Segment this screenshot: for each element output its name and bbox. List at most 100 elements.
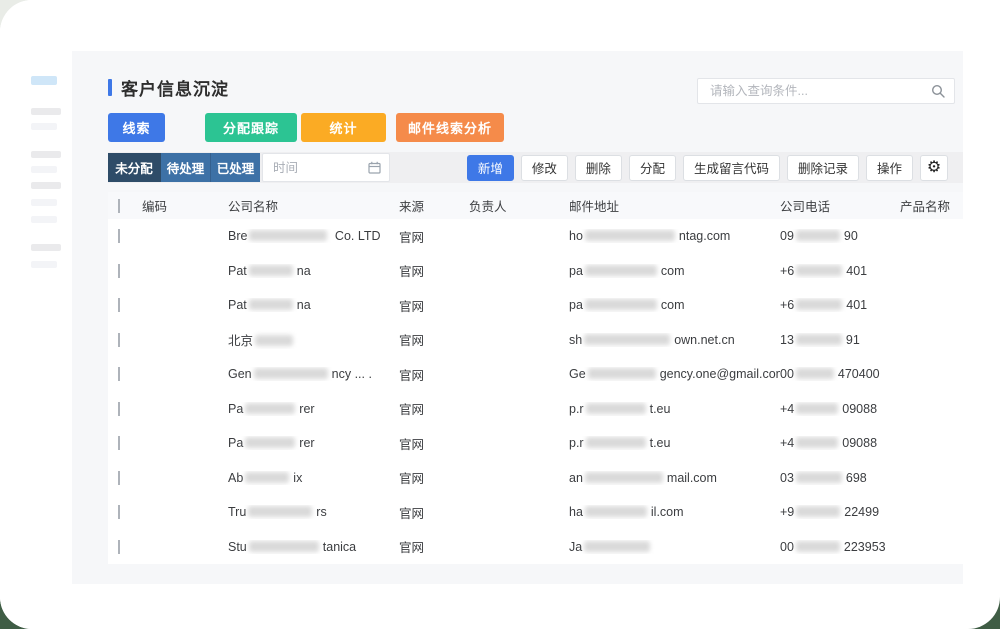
search-icon[interactable] <box>931 84 945 98</box>
row-checkbox[interactable] <box>118 505 120 519</box>
visible-text: ntag.com <box>679 229 730 243</box>
delete-button[interactable]: 删除 <box>575 155 622 181</box>
visible-text: +4 <box>780 436 794 450</box>
add-button[interactable]: 新增 <box>467 155 514 181</box>
generate-message-code-button[interactable]: 生成留言代码 <box>683 155 780 181</box>
table-row[interactable]: Stutanica 官网 Ja 00223953 <box>108 530 963 565</box>
cell-source: 官网 <box>399 330 469 349</box>
visible-text: 401 <box>846 264 867 278</box>
blurred-text <box>796 299 842 310</box>
visible-text: na <box>297 264 311 278</box>
visible-text: 09088 <box>842 436 877 450</box>
select-all-checkbox[interactable] <box>118 199 120 213</box>
visible-text: il.com <box>651 505 684 519</box>
tab-unassigned[interactable]: 未分配 <box>108 153 160 182</box>
blurred-text <box>245 437 295 448</box>
blurred-text <box>585 265 657 276</box>
calendar-icon[interactable] <box>368 161 381 174</box>
row-checkbox[interactable] <box>118 333 120 347</box>
cell-email: hail.com <box>569 505 780 519</box>
blurred-text <box>796 230 840 241</box>
table-row[interactable]: Parer 官网 p.rt.eu +409088 <box>108 392 963 427</box>
blurred-text <box>585 230 675 241</box>
sidebar <box>0 0 72 629</box>
row-checkbox[interactable] <box>118 298 120 312</box>
cell-phone: +922499 <box>780 505 900 519</box>
visible-text: sh <box>569 333 582 347</box>
blurred-text <box>255 335 293 346</box>
blurred-text <box>796 472 842 483</box>
blurred-text <box>796 368 834 379</box>
visible-text: own.net.cn <box>674 333 734 347</box>
visible-text: t.eu <box>650 436 671 450</box>
visible-text: t.eu <box>650 402 671 416</box>
cell-email: sh own.net.cn <box>569 333 780 347</box>
cell-email: anmail.com <box>569 471 780 485</box>
blurred-text <box>249 265 293 276</box>
nav-button-email-lead-analysis[interactable]: 邮件线索分析 <box>396 113 504 142</box>
nav-button-assign-track[interactable]: 分配跟踪 <box>205 113 297 142</box>
title-accent-bar <box>108 79 112 96</box>
row-checkbox[interactable] <box>118 229 120 243</box>
cell-phone: +6401 <box>780 298 900 312</box>
visible-text: 22499 <box>844 505 879 519</box>
visible-text: 03 <box>780 471 794 485</box>
table-row[interactable]: 北京 官网 sh own.net.cn 1391 <box>108 323 963 358</box>
visible-text: 470400 <box>838 367 880 381</box>
blurred-text <box>585 506 647 517</box>
edit-button[interactable]: 修改 <box>521 155 568 181</box>
visible-text: p.r <box>569 402 584 416</box>
visible-text: 北京 <box>228 334 253 348</box>
cell-company: Pat na <box>228 264 399 278</box>
blurred-text <box>796 265 842 276</box>
visible-text: 401 <box>846 298 867 312</box>
blurred-text <box>796 334 842 345</box>
blurred-text <box>585 472 663 483</box>
blurred-text <box>584 334 670 345</box>
gear-icon[interactable]: ⚙ <box>920 155 948 181</box>
operate-button[interactable]: 操作 <box>866 155 913 181</box>
cell-source: 官网 <box>399 434 469 453</box>
visible-text: +4 <box>780 402 794 416</box>
nav-button-leads[interactable]: 线索 <box>108 113 165 142</box>
page-title-text: 客户信息沉淀 <box>121 75 229 100</box>
blurred-text <box>245 403 295 414</box>
row-checkbox[interactable] <box>118 402 120 416</box>
visible-text: Ja <box>569 540 582 554</box>
row-checkbox[interactable] <box>118 540 120 554</box>
date-input[interactable] <box>273 161 368 175</box>
assign-button[interactable]: 分配 <box>629 155 676 181</box>
search-box <box>697 78 955 104</box>
row-checkbox[interactable] <box>118 471 120 485</box>
cell-email: pacom <box>569 298 780 312</box>
tab-pending[interactable]: 待处理 <box>160 153 210 182</box>
table-row[interactable]: Abix 官网 anmail.com 03698 <box>108 461 963 496</box>
table-row[interactable]: Genncy ... . 官网 Gegency.one@gmail.com 00… <box>108 357 963 392</box>
visible-text: Gen <box>228 367 252 381</box>
blurred-text <box>249 541 319 552</box>
visible-text: Co. LTD <box>331 229 380 243</box>
search-input[interactable] <box>710 84 931 98</box>
tab-processed[interactable]: 已处理 <box>210 153 260 182</box>
cell-source: 官网 <box>399 365 469 384</box>
table-row[interactable]: Patna 官网 pacom +6401 <box>108 288 963 323</box>
visible-text: com <box>661 298 685 312</box>
sidebar-placeholder-bar <box>31 244 61 251</box>
table-row[interactable]: Patna 官网 pacom +6401 <box>108 254 963 289</box>
delete-record-button[interactable]: 删除记录 <box>787 155 859 181</box>
sidebar-placeholder-bar <box>31 216 57 223</box>
date-filter <box>262 153 390 182</box>
visible-text: ix <box>293 471 302 485</box>
row-checkbox[interactable] <box>118 367 120 381</box>
table-row[interactable]: Trurs 官网 hail.com +922499 <box>108 495 963 530</box>
table-row[interactable]: Bre Co. LTD 官网 hontag.com 0990 <box>108 219 963 254</box>
nav-button-statistics[interactable]: 统计 <box>301 113 386 142</box>
cell-email: Gegency.one@gmail.com <box>569 367 780 381</box>
table-row[interactable]: Parer 官网 p.rt.eu +409088 <box>108 426 963 461</box>
row-checkbox[interactable] <box>118 436 120 450</box>
customer-table: 编码 公司名称 来源 负责人 邮件地址 公司电话 产品名称 Bre Co. LT… <box>108 192 963 564</box>
cell-phone: 1391 <box>780 333 900 347</box>
visible-text: Pat <box>228 264 247 278</box>
visible-text: 91 <box>846 333 860 347</box>
row-checkbox[interactable] <box>118 264 120 278</box>
